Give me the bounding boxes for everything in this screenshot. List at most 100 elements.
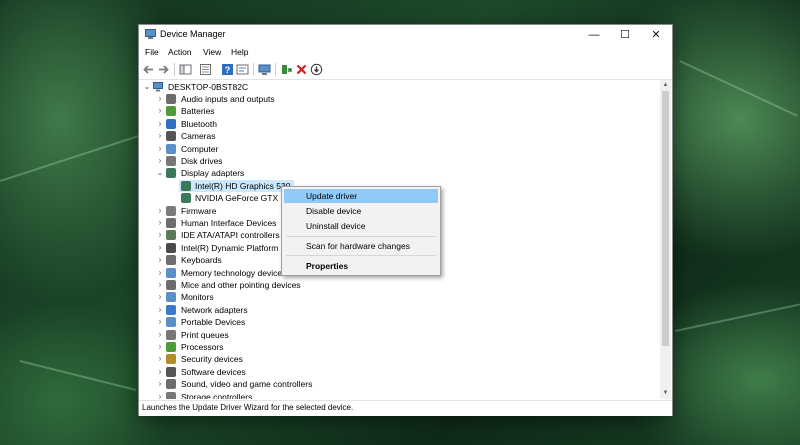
- chevron-right-icon[interactable]: ›: [156, 391, 164, 399]
- menu-bar: File Action View Help: [139, 45, 672, 60]
- chevron-right-icon[interactable]: ›: [156, 93, 164, 105]
- tree-category-label: Processors: [181, 342, 224, 352]
- tree-category-label: Monitors: [181, 292, 214, 303]
- chip-icon: [166, 242, 176, 253]
- toolbar-separator: [174, 63, 175, 76]
- chevron-down-icon[interactable]: ⌄: [156, 167, 164, 179]
- menu-file[interactable]: File: [145, 47, 159, 57]
- menu-help[interactable]: Help: [231, 47, 248, 57]
- chevron-right-icon[interactable]: ›: [156, 329, 164, 341]
- chevron-right-icon[interactable]: ›: [156, 341, 164, 353]
- speaker-icon: [166, 94, 176, 104]
- properties-label: Properties: [306, 261, 349, 271]
- chevron-right-icon[interactable]: ›: [156, 366, 164, 378]
- chevron-right-icon[interactable]: ›: [156, 105, 164, 117]
- camera-icon: [166, 131, 176, 142]
- leaf-vein: [0, 133, 144, 182]
- properties-icon[interactable]: [199, 63, 212, 76]
- scan-monitor-icon[interactable]: [258, 63, 271, 76]
- minimize-button[interactable]: —: [579, 25, 609, 45]
- title-bar[interactable]: Device Manager — ☐ ✕: [139, 25, 672, 45]
- tree-category-label: Audio inputs and outputs: [181, 94, 275, 104]
- tree-category-label: Cameras: [181, 131, 216, 142]
- status-bar: Launches the Update Driver Wizard for th…: [139, 400, 672, 416]
- maximize-button[interactable]: ☐: [610, 25, 640, 45]
- chevron-right-icon[interactable]: ›: [156, 118, 164, 130]
- tree-category-label: Computer: [181, 143, 219, 154]
- chevron-right-icon[interactable]: ›: [156, 229, 164, 241]
- scan-hardware-menu-item[interactable]: Scan for hardware changes: [284, 239, 438, 253]
- menu-view[interactable]: View: [203, 47, 221, 57]
- mouse-icon: [166, 280, 176, 290]
- disk-icon: [166, 156, 176, 166]
- tree-category-label: Bluetooth: [181, 118, 217, 129]
- network-icon: [166, 304, 176, 315]
- tree-category-label: Network adapters: [181, 304, 248, 315]
- menu-action[interactable]: Action: [168, 47, 192, 57]
- sound-icon: [166, 379, 176, 390]
- menu-separator: [286, 255, 436, 256]
- uninstall-device-icon[interactable]: [295, 63, 308, 76]
- scan-hardware-label: Scan for hardware changes: [306, 241, 410, 251]
- hid-icon: [166, 218, 176, 228]
- tree-category-label: Batteries: [181, 106, 215, 117]
- vertical-scrollbar[interactable]: ▲ ▼: [660, 80, 671, 399]
- software-icon: [166, 366, 176, 377]
- tree-category-label: Firmware: [181, 205, 217, 216]
- chevron-right-icon[interactable]: ›: [156, 304, 164, 316]
- update-driver-icon[interactable]: [280, 63, 293, 76]
- firmware-icon: [166, 205, 176, 216]
- update-driver-menu-item[interactable]: Update driver: [284, 189, 438, 203]
- ide-icon: [166, 230, 176, 241]
- bluetooth-icon: [166, 118, 176, 129]
- battery-icon: [166, 106, 176, 117]
- forward-arrow-icon[interactable]: [157, 63, 170, 76]
- portable-device-icon: [166, 317, 176, 328]
- tree-root-label: DESKTOP-0BST82C: [168, 82, 249, 92]
- tree-category-label: Intel(R) Dynamic Platform a: [181, 242, 286, 253]
- download-icon[interactable]: [310, 63, 323, 76]
- storage-icon: [166, 391, 176, 399]
- chevron-right-icon[interactable]: ›: [156, 378, 164, 390]
- properties-menu-item[interactable]: Properties: [284, 259, 438, 273]
- scroll-down-arrow-icon[interactable]: ▼: [660, 388, 671, 399]
- status-text: Launches the Update Driver Wizard for th…: [142, 403, 354, 412]
- back-arrow-icon[interactable]: [142, 63, 155, 76]
- toolbar: ?: [139, 60, 672, 80]
- chevron-right-icon[interactable]: ›: [156, 130, 164, 142]
- close-button[interactable]: ✕: [641, 25, 671, 45]
- chevron-right-icon[interactable]: ›: [156, 267, 164, 279]
- printer-icon: [166, 329, 176, 340]
- tree-category-label: Memory technology device: [181, 267, 283, 278]
- chevron-right-icon[interactable]: ›: [156, 291, 164, 303]
- tree-category-label: IDE ATA/ATAPI controllers: [181, 230, 280, 241]
- update-driver-label: Update driver: [306, 191, 358, 201]
- display-adapter-icon: [181, 193, 191, 204]
- tree-category-label: Security devices: [181, 354, 243, 365]
- chevron-right-icon[interactable]: ›: [156, 155, 164, 167]
- disable-device-menu-item[interactable]: Disable device: [284, 204, 438, 218]
- chevron-right-icon[interactable]: ›: [156, 217, 164, 229]
- scroll-thumb[interactable]: [662, 91, 669, 346]
- chevron-right-icon[interactable]: ›: [156, 242, 164, 254]
- chevron-right-icon[interactable]: ›: [156, 279, 164, 291]
- show-hide-tree-icon[interactable]: [179, 63, 192, 76]
- tree-category-label: Disk drives: [181, 156, 223, 166]
- chevron-right-icon[interactable]: ›: [156, 143, 164, 155]
- leaf-vein: [679, 60, 798, 117]
- chevron-right-icon[interactable]: ›: [156, 316, 164, 328]
- chevron-right-icon[interactable]: ›: [156, 205, 164, 217]
- chevron-right-icon[interactable]: ›: [156, 353, 164, 365]
- view-resources-icon[interactable]: [236, 63, 249, 76]
- scroll-up-arrow-icon[interactable]: ▲: [660, 80, 671, 91]
- uninstall-device-menu-item[interactable]: Uninstall device: [284, 219, 438, 233]
- help-icon[interactable]: ?: [221, 63, 234, 76]
- chevron-right-icon[interactable]: ›: [156, 254, 164, 266]
- window-title: Device Manager: [160, 29, 226, 39]
- tree-category-label: Human Interface Devices: [181, 218, 277, 228]
- chevron-down-icon[interactable]: ⌄: [143, 81, 151, 93]
- tree-device-selected[interactable]: Intel(R) HD Graphics 530: [179, 179, 295, 192]
- disable-device-label: Disable device: [306, 206, 362, 216]
- tree-category-label: Mice and other pointing devices: [181, 280, 301, 290]
- tree-category-label: Storage controllers: [181, 391, 253, 399]
